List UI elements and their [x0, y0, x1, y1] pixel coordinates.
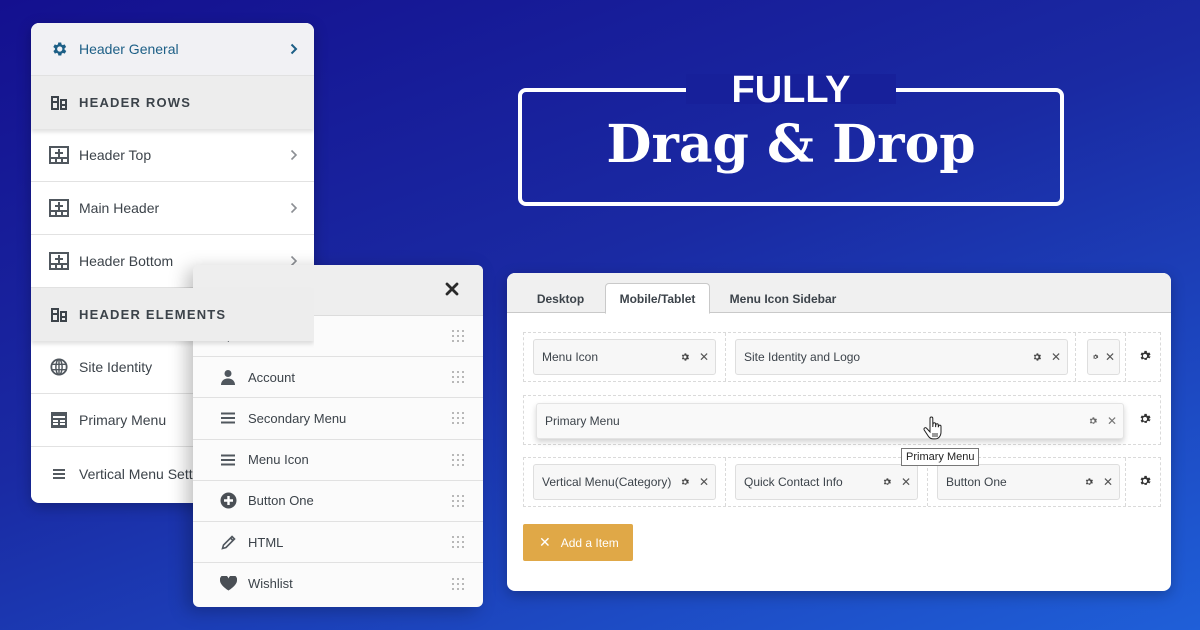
chooser-item-button-one[interactable]: Button One [193, 481, 483, 522]
tab-menu-icon-sidebar[interactable]: Menu Icon Sidebar [719, 283, 847, 314]
drag-handle-icon[interactable] [451, 577, 465, 591]
builder-row-main: Primary Menu ✕ [523, 395, 1161, 445]
remove-icon[interactable]: ✕ [901, 476, 911, 488]
grid-icon [49, 145, 69, 165]
menu-table-icon [49, 410, 69, 430]
headline-kicker: FULLY [731, 69, 851, 111]
add-item-label: Add a Item [560, 535, 619, 550]
chooser-item-label: Menu Icon [248, 452, 309, 468]
drag-tooltip: Primary Menu [901, 448, 980, 466]
plus-circle-icon [219, 492, 237, 510]
gear-icon[interactable] [680, 477, 690, 487]
builder-item-collapsed[interactable]: ✕ [1087, 339, 1120, 375]
builder-item-button-one[interactable]: Button One ✕ [937, 464, 1120, 500]
row-settings-gear-icon[interactable] [1138, 349, 1152, 363]
gear-icon[interactable] [1092, 352, 1099, 362]
hamburger-icon [49, 464, 69, 484]
builder-row-top: Menu Icon ✕ Site Identity and Logo ✕ ✕ [523, 332, 1161, 382]
gear-icon[interactable] [1032, 352, 1042, 362]
header-builder-panel: Desktop Mobile/Tablet Menu Icon Sidebar … [507, 273, 1171, 591]
sidebar-item-label: Header Top [79, 147, 152, 163]
section-icon [49, 305, 69, 325]
chooser-item-account[interactable]: Account [193, 357, 483, 399]
grab-cursor-icon [923, 416, 942, 440]
sidebar-item-label: Header General [79, 41, 179, 57]
chooser-item-label: Secondary Menu [248, 410, 347, 426]
drag-handle-icon[interactable] [451, 411, 465, 425]
plus-x-icon: ✕ [539, 534, 551, 550]
builder-tabs: Desktop Mobile/Tablet Menu Icon Sidebar [507, 273, 1171, 314]
section-header-elements: HEADER ELEMENTS [31, 288, 314, 341]
chevron-right-icon [290, 43, 298, 55]
close-icon[interactable] [443, 280, 461, 298]
hamburger-icon [219, 451, 237, 469]
row-settings-gear-icon[interactable] [1138, 474, 1152, 488]
builder-item-label: Quick Contact Info [744, 475, 843, 489]
row-settings-gear-icon[interactable] [1138, 412, 1152, 426]
chooser-item-label: Account [248, 369, 295, 385]
section-label: HEADER ROWS [79, 95, 192, 110]
sidebar-item-header-general[interactable]: Header General [31, 23, 314, 76]
remove-icon[interactable]: ✕ [1103, 476, 1113, 488]
builder-item-label: Vertical Menu(Category) [542, 475, 672, 489]
chooser-item-secondary-menu[interactable]: Secondary Menu [193, 398, 483, 440]
sidebar-item-label: Main Header [79, 200, 160, 216]
drag-handle-icon[interactable] [451, 370, 465, 384]
sidebar-item-main-header[interactable]: Main Header [31, 182, 314, 235]
tab-mobile-tablet[interactable]: Mobile/Tablet [605, 283, 710, 314]
drag-handle-icon[interactable] [451, 535, 465, 549]
gear-icon[interactable] [882, 477, 892, 487]
chevron-right-icon [290, 149, 298, 161]
chooser-item-html[interactable]: HTML [193, 522, 483, 564]
tab-desktop[interactable]: Desktop [523, 283, 598, 314]
headline-banner: FULLY Drag & Drop [518, 66, 1064, 206]
chevron-right-icon [290, 202, 298, 214]
builder-row-bottom: Vertical Menu(Category) ✕ Quick Contact … [523, 457, 1161, 507]
builder-item-quick-contact[interactable]: Quick Contact Info ✕ [735, 464, 918, 500]
heart-icon [219, 575, 237, 593]
builder-item-site-identity[interactable]: Site Identity and Logo ✕ [735, 339, 1068, 375]
remove-icon[interactable]: ✕ [1051, 351, 1061, 363]
grid-icon [49, 251, 69, 271]
chooser-item-wishlist[interactable]: Wishlist [193, 563, 483, 604]
sidebar-item-header-top[interactable]: Header Top [31, 129, 314, 182]
gear-icon[interactable] [1084, 477, 1094, 487]
builder-item-vertical-menu[interactable]: Vertical Menu(Category) ✕ [533, 464, 716, 500]
gear-icon [49, 39, 69, 59]
globe-icon [49, 357, 69, 377]
gear-icon[interactable] [680, 352, 690, 362]
remove-icon[interactable]: ✕ [699, 476, 709, 488]
chooser-item-label: Button One [248, 493, 314, 509]
section-label: HEADER ELEMENTS [79, 307, 227, 322]
remove-icon[interactable]: ✕ [1105, 351, 1115, 363]
grid-icon [49, 198, 69, 218]
drag-handle-icon[interactable] [451, 329, 465, 343]
builder-item-label: Site Identity and Logo [744, 350, 861, 364]
section-icon [49, 93, 69, 113]
user-icon [219, 368, 237, 386]
chooser-item-label: Wishlist [248, 576, 293, 592]
section-header-rows: HEADER ROWS [31, 76, 314, 129]
remove-icon[interactable]: ✕ [699, 351, 709, 363]
chooser-item-menu-icon[interactable]: Menu Icon [193, 440, 483, 481]
pencil-icon [219, 533, 237, 551]
drag-handle-icon[interactable] [451, 453, 465, 467]
add-item-button[interactable]: ✕ Add a Item [523, 524, 633, 561]
builder-item-menu-icon[interactable]: Menu Icon ✕ [533, 339, 716, 375]
chooser-item-label: HTML [248, 534, 284, 550]
builder-item-label: Button One [946, 475, 1007, 489]
builder-item-primary-menu[interactable]: Primary Menu ✕ [536, 403, 1124, 439]
drag-handle-icon[interactable] [451, 494, 465, 508]
hamburger-icon [219, 409, 237, 427]
headline-title: Drag & Drop [606, 114, 976, 175]
gear-icon[interactable] [1088, 416, 1098, 426]
remove-icon[interactable]: ✕ [1107, 415, 1117, 427]
builder-item-label: Primary Menu [545, 414, 620, 428]
builder-item-label: Menu Icon [542, 350, 599, 364]
